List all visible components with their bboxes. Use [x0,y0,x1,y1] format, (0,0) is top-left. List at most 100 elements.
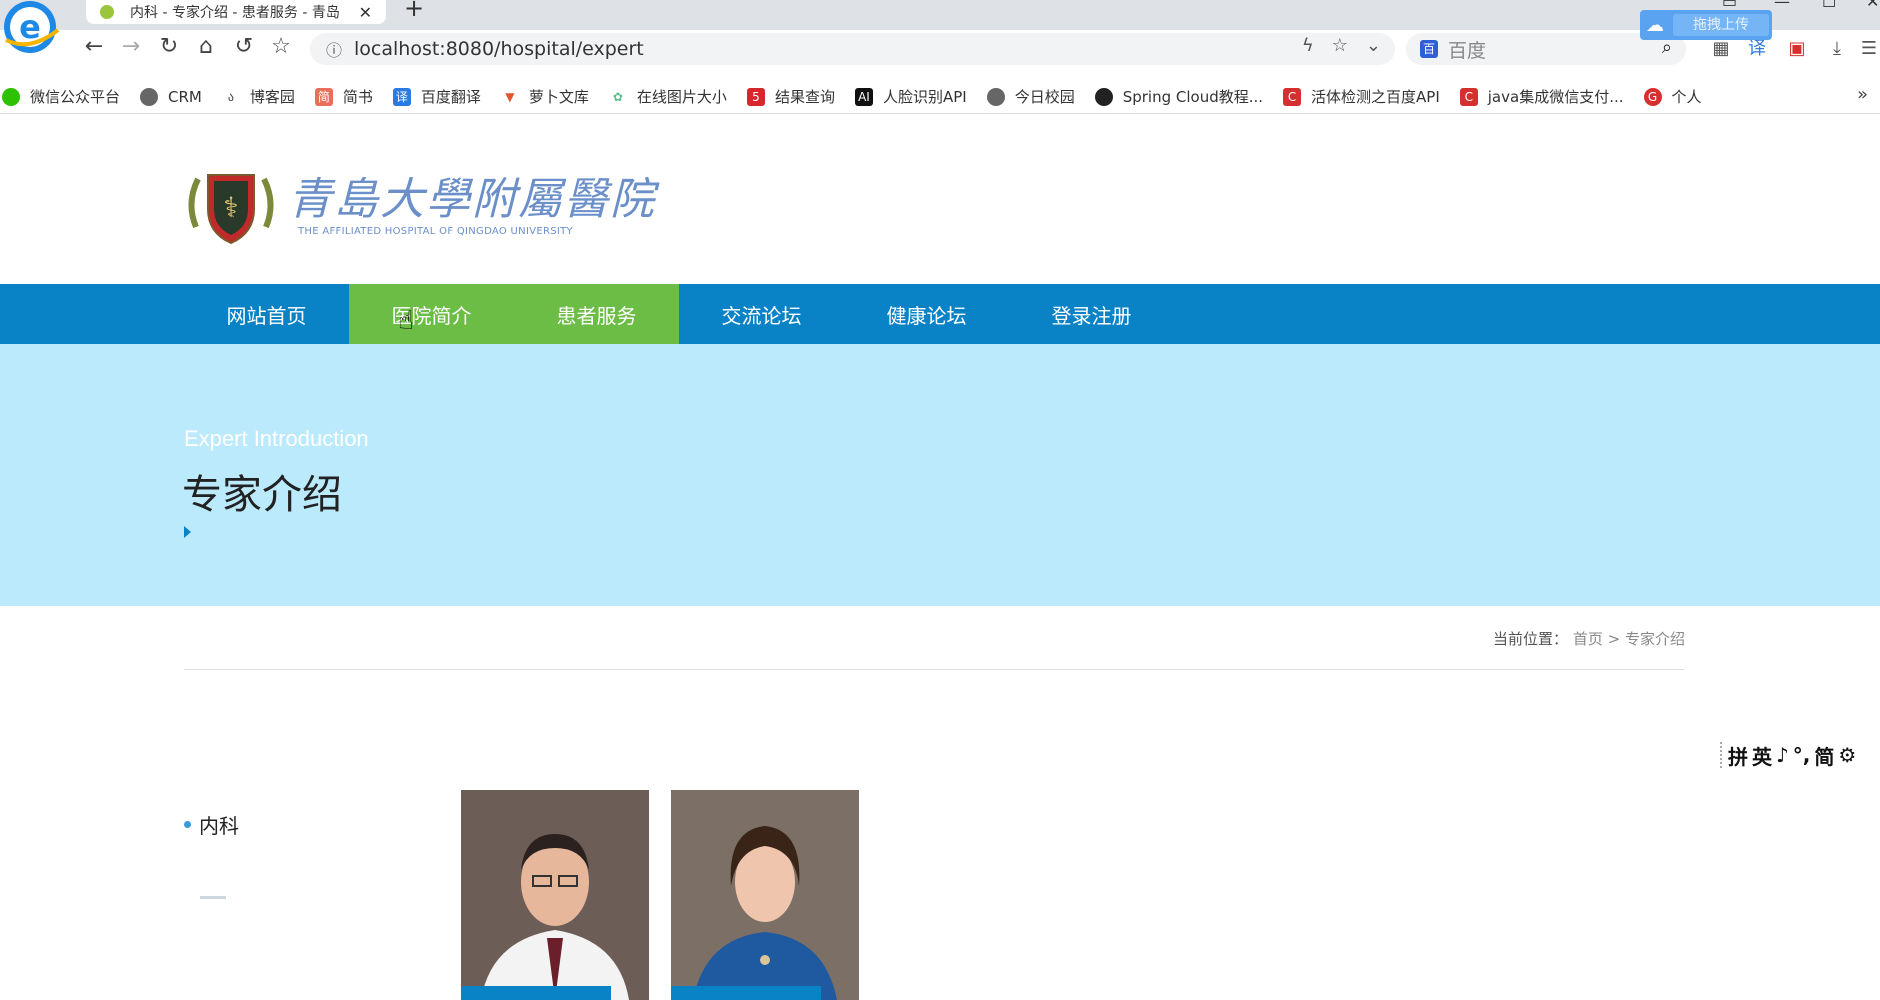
bookmark-item[interactable]: Cjava集成微信支付... [1459,86,1624,107]
bookmark-item[interactable]: 简简书 [314,86,373,107]
bookmark-label: java集成微信支付... [1487,88,1624,106]
browser-logo-icon[interactable]: e [0,0,64,58]
cnblogs-icon: ა [227,89,234,104]
breadcrumb-current: 专家介绍 [1624,630,1685,648]
bookmarks-overflow-icon[interactable]: » [1857,84,1868,105]
csdn-icon: C [1283,87,1302,106]
bookmark-label: 个人 [1671,88,1702,106]
address-bar[interactable]: ⓘ localhost:8080/hospital/expert ϟ ☆ ⌄ [310,33,1395,65]
breadcrumb-separator: > [1607,630,1621,648]
bookmark-item[interactable]: ✿ 在线图片大小 [609,86,727,107]
logo-english-name: THE AFFILIATED HOSPITAL OF QINGDAO UNIVE… [298,225,573,237]
ime-toolbar: 拼 英 ♪ °, 简 ⚙ [1720,741,1856,770]
translate-ext-icon[interactable]: 译 [1746,38,1768,60]
search-icon[interactable]: ⌕ [1662,37,1672,58]
bookmark-item[interactable]: 译百度翻译 [392,86,481,107]
globe-icon [140,87,159,106]
bookmark-label: 百度翻译 [420,88,481,106]
bookmark-item[interactable]: C 活体检测之百度API [1283,86,1440,107]
divider [184,669,1684,670]
breadcrumb-home-link[interactable]: 首页 [1573,630,1603,648]
expert-card[interactable] [671,790,859,1000]
page-banner: Expert Introduction 专家介绍 [0,344,1880,606]
bookmark-item[interactable]: 微信公众平台 [2,86,120,107]
home-icon[interactable]: ⌂ [191,34,221,59]
hospital-logo[interactable]: ⚕ 青島大學附屬醫院 THE AFFILIATED HOSPITAL OF QI… [184,167,656,245]
expert-card[interactable] [461,790,649,1000]
nav-health-forum[interactable]: 健康论坛 [844,284,1009,344]
ime-settings-icon[interactable]: ⚙ [1838,743,1856,767]
bookmark-label: 活体检测之百度API [1311,88,1440,106]
baidu-icon: 百 [1420,40,1438,58]
qr-icon[interactable]: ▦ [1710,38,1732,60]
globe-icon [986,87,1005,106]
main-navigation: 网站首页 医院简介 患者服务 交流论坛 健康论坛 登录注册 [0,284,1880,344]
ai-icon: AI [854,87,873,106]
undo-icon[interactable]: ↺ [229,34,259,59]
wechat-icon [2,87,20,106]
breadcrumb-prefix: 当前位置： [1493,630,1569,648]
bookmark-item[interactable]: Spring Cloud教程... [1094,86,1264,107]
tab-favicon-icon [100,5,114,19]
browser-tab[interactable]: 内科 - 专家介绍 - 患者服务 - 青岛 ✕ [86,0,386,24]
url-text[interactable]: localhost:8080/hospital/expert [354,38,644,60]
male-doctor-photo [461,790,649,1000]
maximize-icon[interactable]: ☐ [1822,0,1836,11]
ime-english-icon[interactable]: 英 [1752,741,1772,770]
ime-simplified-icon[interactable]: 简 [1814,741,1834,770]
carrot-icon: ▼ [505,89,515,104]
info-icon[interactable]: ⓘ [326,37,342,61]
nav-hospital-intro[interactable]: 医院简介 [349,284,514,344]
expert-list [461,790,859,1000]
chevron-down-icon[interactable]: ⌄ [1366,35,1381,56]
expert-name-bar [461,986,611,1000]
ime-pinyin-icon[interactable]: 拼 [1728,741,1748,770]
minimize-icon[interactable]: — [1774,0,1790,11]
tab-close-icon[interactable]: ✕ [359,3,372,22]
ime-moon-icon[interactable]: ♪ [1776,743,1789,767]
bookmark-item[interactable]: ა 博客园 [222,86,295,107]
hospital-seal-icon: ⚕ [188,174,274,245]
nav-patient-service[interactable]: 患者服务 [514,284,679,344]
bookmark-item[interactable]: G 个人 [1643,86,1702,107]
nav-login-register[interactable]: 登录注册 [1009,284,1174,344]
github-icon [1094,87,1113,106]
forward-icon[interactable]: → [116,34,146,59]
bookmark-label: 人脸识别API [882,88,967,106]
expert-name-bar [671,986,821,1000]
reload-icon[interactable]: ↻ [154,34,184,59]
nav-home[interactable]: 网站首页 [184,284,349,344]
banner-subtitle: Expert Introduction [184,426,369,451]
bullet-icon [184,821,191,828]
new-tab-icon[interactable]: + [404,0,424,22]
gear-icon: ✿ [612,89,623,104]
tab-title: 内科 - 专家介绍 - 患者服务 - 青岛 [130,5,340,21]
female-doctor-photo [671,790,859,1000]
bookmark-item[interactable]: ▼ 萝卜文库 [501,86,589,107]
star-icon[interactable]: ☆ [1332,35,1348,56]
translate-icon: 译 [392,87,411,106]
nav-forum[interactable]: 交流论坛 [679,284,844,344]
lightning-icon[interactable]: ϟ [1302,35,1314,56]
back-icon[interactable]: ← [79,34,109,59]
bookmark-item[interactable]: CRM [140,87,202,106]
pdf-icon[interactable]: ▣ [1786,38,1808,60]
bookmark-item[interactable]: AI 人脸识别API [854,86,967,107]
page-title: 专家介绍 [182,472,342,518]
bookmark-label: Spring Cloud教程... [1122,88,1264,106]
bookmark-label: 在线图片大小 [636,88,727,106]
menu-icon[interactable]: ☰ [1858,38,1880,60]
bookmark-label: CRM [168,87,202,106]
bookmark-item[interactable]: 今日校园 [986,86,1075,107]
download-icon[interactable]: ⤓ [1826,38,1848,60]
bookmark-star-icon[interactable]: ☆ [266,34,296,59]
category-item-internal-medicine[interactable]: 内科 [184,810,239,839]
bookmark-item[interactable]: 5 结果查询 [746,86,835,107]
five-icon: 5 [746,87,765,106]
hand-cursor-icon: ☝ [398,306,414,336]
close-window-icon[interactable]: ✕ [1866,0,1879,11]
ime-punct-icon[interactable]: °, [1793,743,1811,767]
cloud-upload-button[interactable]: ☁ 拖拽上传 [1640,10,1772,40]
bookmark-label: 结果查询 [774,88,835,106]
search-placeholder: 百度 [1448,39,1487,62]
